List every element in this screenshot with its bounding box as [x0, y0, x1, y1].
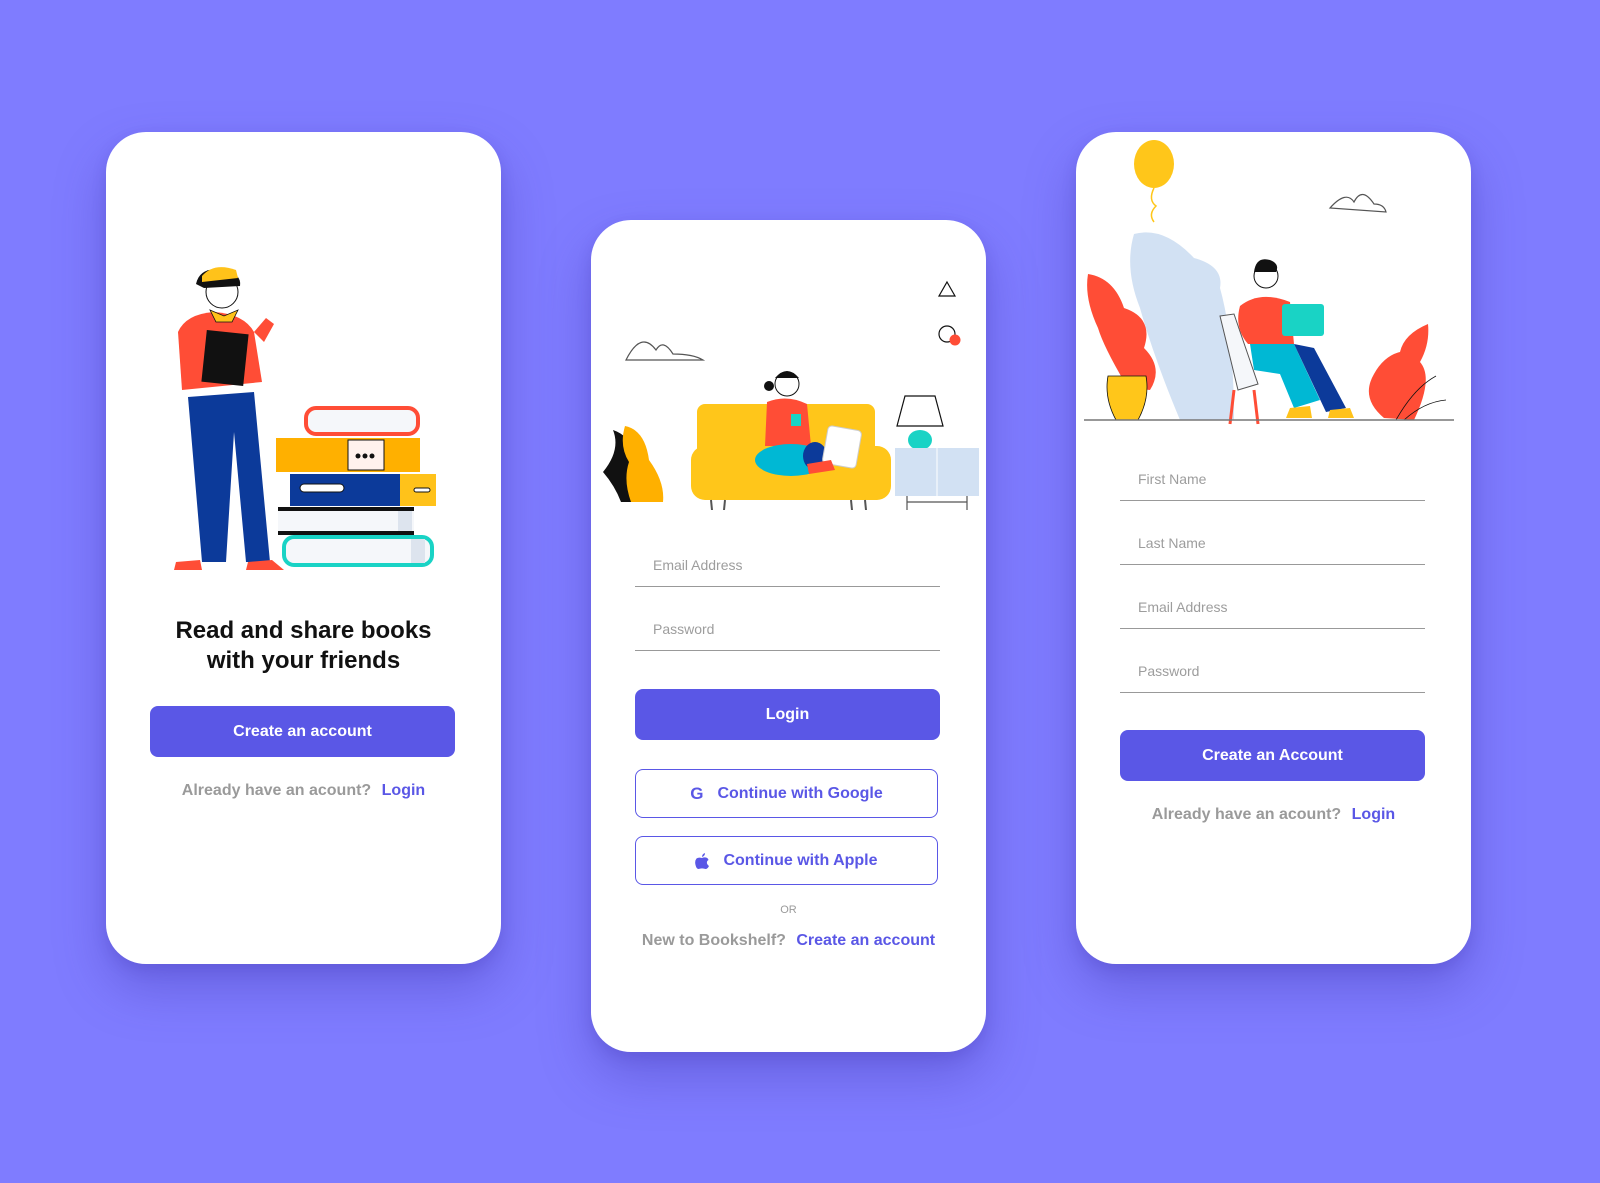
login-prompt: Already have an acount? Login [181, 782, 426, 799]
password-field[interactable] [1120, 642, 1425, 693]
email-field[interactable] [635, 536, 940, 587]
email-input[interactable] [651, 556, 935, 574]
signup-screen: Create an Account Already have an acount… [1076, 132, 1471, 964]
man-with-laptop-illustration [1084, 140, 1454, 425]
password-input[interactable] [651, 620, 935, 638]
password-field[interactable] [635, 600, 940, 651]
cloud-decoration [625, 341, 706, 361]
last-name-input[interactable] [1136, 534, 1420, 552]
welcome-screen: Read and share books with your friends C… [106, 132, 501, 964]
signup-prompt: New to Bookshelf? Create an account [641, 932, 936, 949]
apple-icon [695, 852, 710, 869]
woman-with-books-illustration [174, 267, 436, 570]
book-stack [276, 406, 436, 567]
cloud-decoration [1328, 193, 1387, 213]
login-button[interactable]: Login [635, 689, 940, 740]
login-prompt: Already have an acount? Login [1151, 806, 1396, 823]
create-account-button[interactable]: Create an account [150, 706, 455, 757]
triangle-decoration [937, 280, 957, 297]
create-account-button[interactable]: Create an Account [1120, 730, 1425, 781]
create-account-link[interactable]: Create an account [796, 932, 935, 949]
continue-with-apple-button[interactable]: Continue with Apple [635, 836, 938, 885]
login-link[interactable]: Login [382, 782, 426, 799]
or-divider: OR [780, 904, 797, 916]
balloon [1134, 140, 1174, 188]
woman-on-sofa-illustration [603, 280, 979, 510]
login-link[interactable]: Login [1352, 806, 1396, 823]
last-name-field[interactable] [1120, 514, 1425, 565]
login-screen: Login G Continue with Google Continue wi… [591, 220, 986, 1052]
first-name-input[interactable] [1136, 470, 1420, 488]
email-input[interactable] [1136, 598, 1420, 616]
welcome-headline: Read and share books with your friends [175, 617, 432, 674]
email-field[interactable] [1120, 578, 1425, 629]
google-icon: G [690, 783, 704, 803]
first-name-field[interactable] [1120, 450, 1425, 501]
woman-figure [174, 267, 284, 570]
password-input[interactable] [1136, 662, 1420, 680]
continue-with-google-button[interactable]: G Continue with Google [635, 769, 938, 818]
